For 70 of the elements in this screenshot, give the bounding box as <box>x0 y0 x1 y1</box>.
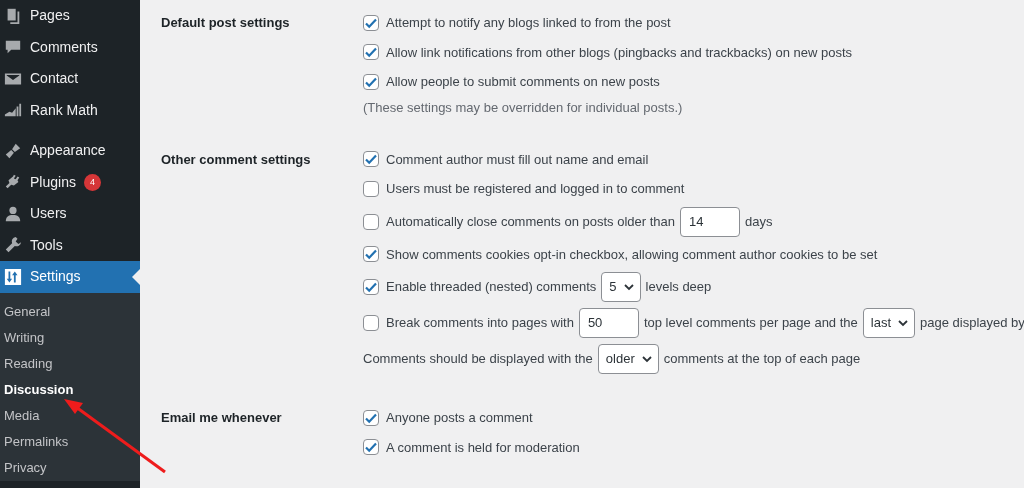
option-label: Enable threaded (nested) comments <box>386 278 597 297</box>
checkbox[interactable] <box>363 180 379 197</box>
menu-label[interactable]: Tools <box>30 234 63 256</box>
option-label: levels deep <box>645 278 712 297</box>
menu-item[interactable]: Plugins 4 <box>0 166 140 198</box>
checkbox[interactable] <box>363 439 379 456</box>
menu-label[interactable]: Pages <box>30 5 70 27</box>
paintbrush-icon <box>4 141 22 160</box>
checkbox[interactable] <box>363 151 379 168</box>
person-icon <box>4 204 22 223</box>
option-label: comments at the top of each page <box>663 350 861 369</box>
help-text: (These settings may be overridden for individual posts.) <box>363 98 683 117</box>
checkbox[interactable] <box>363 73 379 90</box>
submenu-item[interactable]: General <box>4 301 51 322</box>
checkbox[interactable] <box>363 14 379 31</box>
option-label: Automatically close comments on posts older than <box>386 212 676 231</box>
menu-item[interactable]: Settings <box>0 261 140 293</box>
checkbox[interactable] <box>363 44 379 61</box>
number-field[interactable]: 50 <box>578 308 639 338</box>
checkbox[interactable] <box>363 409 379 426</box>
menu-label[interactable]: Rank Math <box>30 99 98 121</box>
option-label: Anyone posts a comment <box>386 409 533 427</box>
submenu-item[interactable]: Writing <box>4 327 45 348</box>
section-label: Other comment settings <box>161 150 312 169</box>
menu-label[interactable]: Comments <box>30 36 98 58</box>
menu-item[interactable]: Appearance <box>0 135 140 167</box>
option-label: Break comments into pages with <box>386 314 574 333</box>
submenu-item[interactable]: Reading <box>4 353 53 374</box>
wrench-icon <box>4 236 22 255</box>
option-label: Comments should be displayed with the <box>363 350 593 369</box>
dropdown[interactable]: 5 <box>601 272 641 302</box>
chevron-icon <box>897 317 910 329</box>
option-label: Allow link notifications from other blogs (pingbacks and trackbacks) on new posts <box>386 43 853 62</box>
dropdown[interactable]: older <box>597 344 659 374</box>
menu-label[interactable]: Users <box>30 203 67 225</box>
menu-label[interactable]: Contact <box>30 68 79 90</box>
option-label: Show comments cookies opt-in checkbox, allowing comment author cookies to be set <box>386 245 878 264</box>
section-label: Email me whenever <box>161 409 283 427</box>
option-label: A comment is held for moderation <box>386 438 580 457</box>
menu-item[interactable]: Users <box>0 198 140 230</box>
menu-item[interactable]: Comments <box>0 31 140 63</box>
submenu-item[interactable]: Privacy <box>4 457 47 478</box>
dropdown[interactable]: last <box>862 308 916 338</box>
chevron-icon <box>622 281 635 293</box>
menu-item[interactable]: Rank Math <box>0 94 140 126</box>
submenu-item[interactable]: Permalinks <box>4 431 69 452</box>
option-label: Allow people to submit comments on new posts <box>386 73 660 91</box>
submenu-item[interactable]: Discussion <box>4 379 74 400</box>
menu-label[interactable]: Plugins <box>30 171 76 193</box>
checkbox[interactable] <box>363 246 379 263</box>
section-label: Default post settings <box>161 14 291 32</box>
option-label: top level comments per page and the <box>643 314 858 333</box>
option-label: Comment author must fill out name and email <box>386 150 649 169</box>
menu-label[interactable]: Appearance <box>30 140 106 162</box>
chevron-icon <box>640 353 653 365</box>
checkbox[interactable] <box>363 279 379 295</box>
sliders-icon <box>4 267 22 286</box>
menu-item[interactable]: Contact <box>0 63 140 95</box>
option-label: Attempt to notify any blogs linked to from the post <box>386 14 671 32</box>
menu-label[interactable]: Settings <box>30 266 81 288</box>
checkbox[interactable] <box>363 213 379 230</box>
count-badge: 4 <box>83 173 101 191</box>
number-field[interactable]: 14 <box>680 206 741 237</box>
option-label: page displayed by <box>920 314 1024 333</box>
option-label: days <box>745 212 773 231</box>
submenu-item[interactable]: Media <box>4 405 40 426</box>
checkbox[interactable] <box>363 315 379 331</box>
menu-item[interactable]: Tools <box>0 229 140 261</box>
menu-item[interactable]: Pages <box>0 0 140 32</box>
option-label: Users must be registered and logged in to comment <box>386 180 685 198</box>
